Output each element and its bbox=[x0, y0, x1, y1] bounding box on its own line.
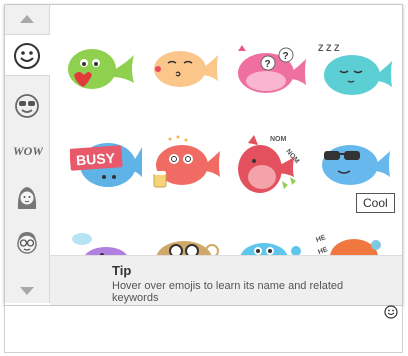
svg-text:Z Z Z: Z Z Z bbox=[318, 43, 340, 53]
girl-face-icon bbox=[17, 187, 37, 209]
sticker-grid: ? ? Z Z Z BUSY NOM NOM HE HE bbox=[50, 5, 402, 255]
sticker-whale-drunk[interactable] bbox=[148, 135, 222, 193]
sticker-whale-kiss[interactable] bbox=[146, 45, 222, 91]
svg-text:?: ? bbox=[283, 51, 289, 62]
sticker-whale-purple[interactable] bbox=[62, 229, 136, 255]
sticker-whale-confused[interactable]: ? ? bbox=[230, 41, 310, 97]
svg-text:NOM: NOM bbox=[270, 136, 287, 143]
category-nerd[interactable] bbox=[5, 222, 49, 262]
sticker-whale-laugh[interactable]: HE HE bbox=[314, 227, 394, 255]
glasses-face-icon bbox=[17, 232, 37, 254]
category-cool[interactable] bbox=[5, 84, 49, 124]
tip-text: Hover over emojis to learn its name and … bbox=[112, 280, 344, 304]
svg-text:HE: HE bbox=[315, 234, 327, 244]
emoji-picker-panel: WOW! bbox=[4, 4, 403, 306]
scroll-up-button[interactable] bbox=[5, 5, 49, 33]
smiley-icon[interactable] bbox=[384, 305, 398, 319]
svg-text:BUSY: BUSY bbox=[76, 150, 117, 169]
sticker-whale-cool[interactable] bbox=[314, 135, 394, 191]
sticker-whale-busy[interactable]: BUSY bbox=[70, 133, 144, 193]
sticker-whale-surprised[interactable] bbox=[234, 233, 308, 255]
sticker-whale-heartbroken[interactable] bbox=[60, 41, 138, 95]
svg-text:HE: HE bbox=[317, 246, 329, 255]
message-input-area[interactable] bbox=[4, 306, 403, 353]
category-text[interactable]: WOW! bbox=[5, 129, 49, 169]
sticker-whale-nerd[interactable] bbox=[148, 231, 222, 255]
category-smileys[interactable] bbox=[5, 34, 50, 76]
chevron-up-icon bbox=[20, 15, 34, 23]
wow-text-icon: WOW! bbox=[13, 144, 43, 158]
tip-title: Tip bbox=[112, 263, 132, 278]
category-sidebar: WOW! bbox=[5, 5, 50, 303]
tip-bar: Tip Hover over emojis to learn its name … bbox=[50, 255, 402, 305]
sticker-whale-nom[interactable]: NOM NOM bbox=[234, 127, 314, 197]
svg-text:WOW!: WOW! bbox=[13, 144, 43, 158]
sunglasses-face-icon bbox=[15, 94, 39, 118]
chevron-down-icon bbox=[20, 287, 34, 295]
smiley-icon bbox=[14, 43, 40, 69]
scroll-down-button[interactable] bbox=[5, 275, 49, 303]
emoji-name-tooltip: Cool bbox=[356, 193, 395, 213]
category-people[interactable] bbox=[5, 176, 49, 216]
sticker-whale-sleepy[interactable]: Z Z Z bbox=[316, 41, 396, 99]
svg-text:?: ? bbox=[265, 59, 271, 70]
sticker-partial-top[interactable] bbox=[318, 5, 358, 9]
